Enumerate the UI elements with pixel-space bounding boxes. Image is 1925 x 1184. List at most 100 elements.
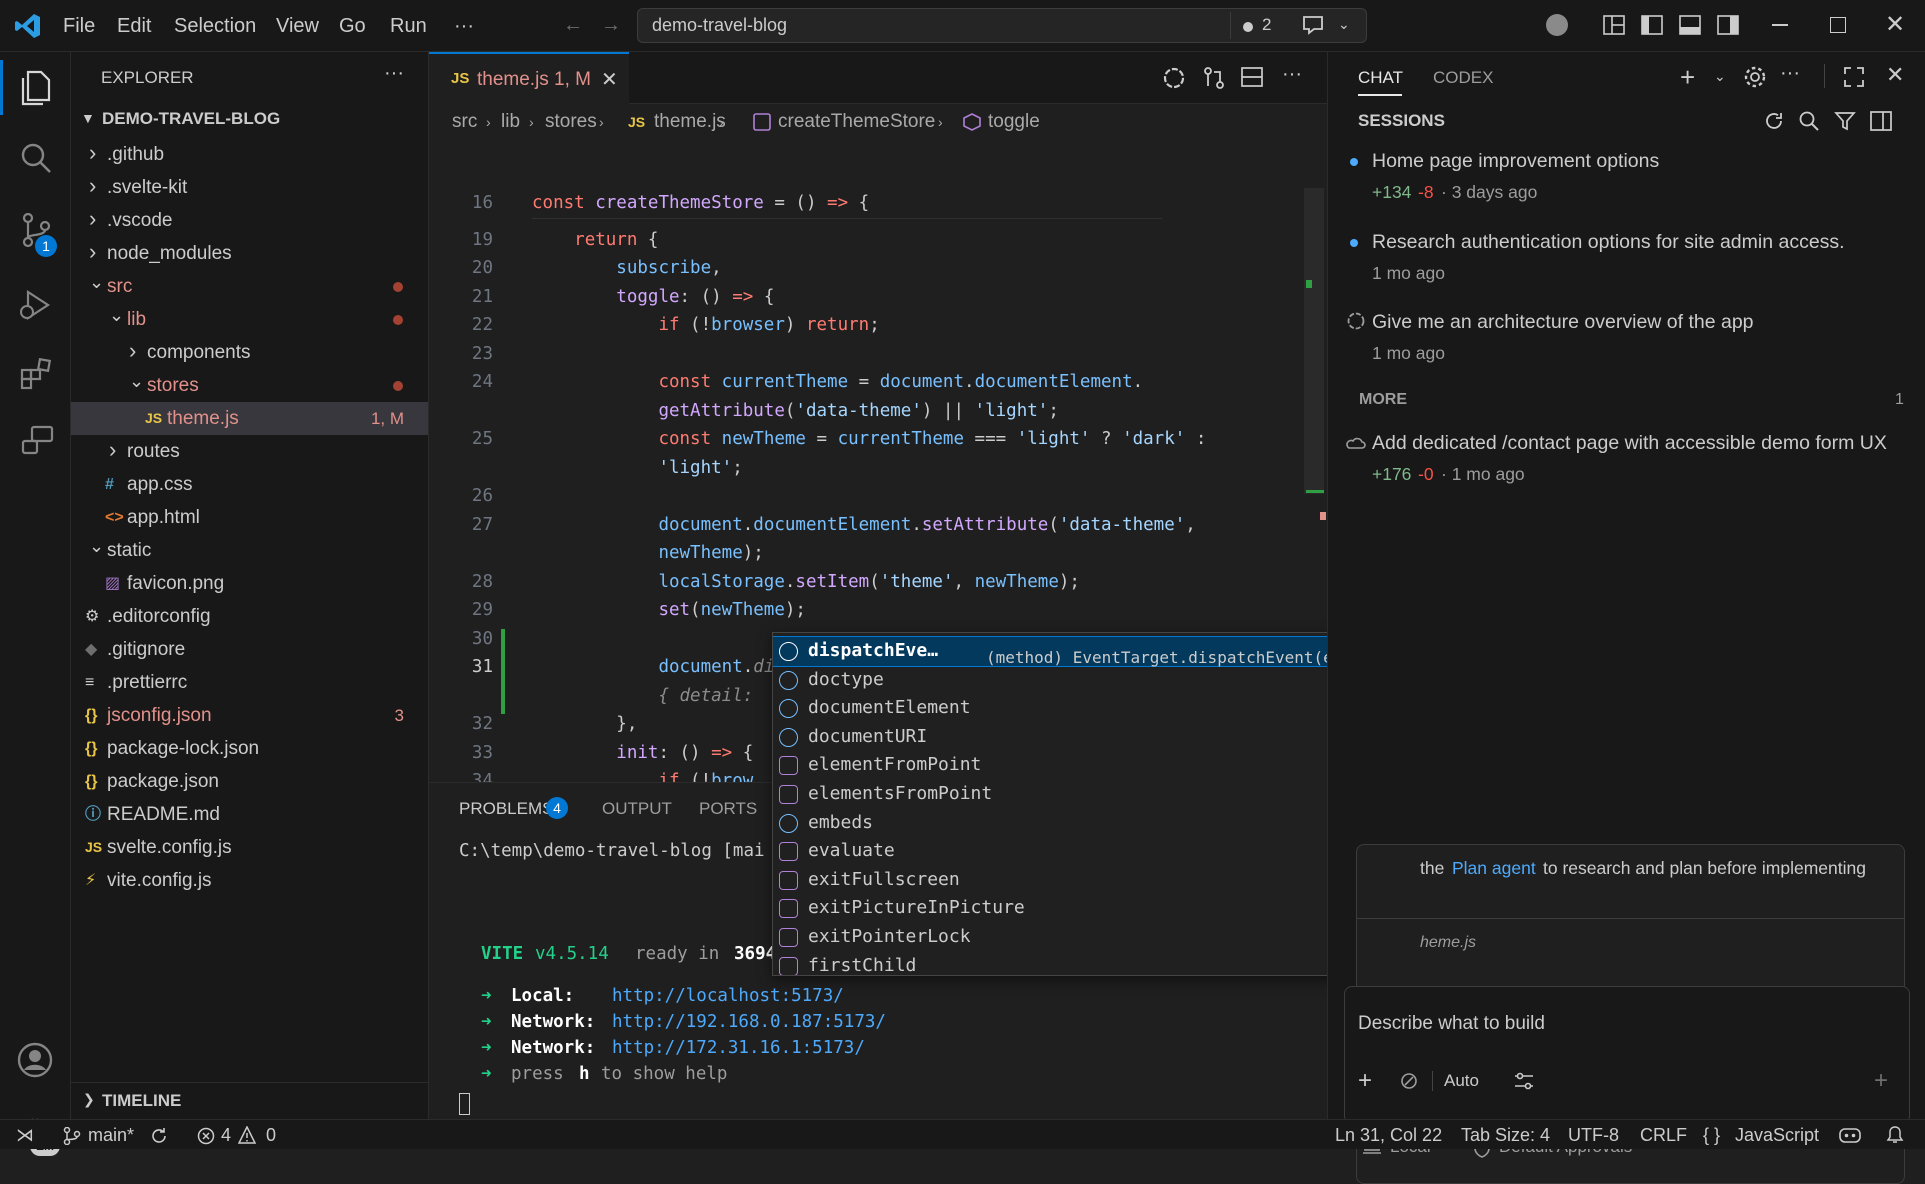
session-item[interactable]: Add dedicated /contact page with accessi… xyxy=(1328,426,1925,492)
settings-gear-icon[interactable] xyxy=(1744,66,1766,88)
tree-item[interactable]: › .github xyxy=(71,138,428,171)
cursor-position[interactable]: Ln 31, Col 22 xyxy=(1335,1120,1442,1150)
menu-run[interactable]: Run xyxy=(390,0,427,52)
tab-size[interactable]: Tab Size: 4 xyxy=(1461,1120,1550,1150)
language-mode[interactable]: JavaScript xyxy=(1735,1120,1819,1150)
suggestion-item[interactable]: firstChild xyxy=(773,952,1419,975)
more-actions-icon[interactable]: ··· xyxy=(384,62,404,85)
tree-item[interactable]: {} package-lock.json xyxy=(71,732,428,765)
chevron-down-icon[interactable]: ⌄ xyxy=(1714,68,1726,85)
mode-picker[interactable]: Auto xyxy=(1444,1071,1479,1091)
openai-icon[interactable] xyxy=(1162,66,1186,90)
remote-chat-icon[interactable] xyxy=(20,424,54,460)
extensions-icon[interactable] xyxy=(20,358,52,390)
explorer-icon[interactable] xyxy=(18,70,52,106)
tree-item[interactable]: › components xyxy=(71,336,428,369)
breadcrumb-member[interactable]: toggle xyxy=(988,104,1040,140)
toggle-view-icon[interactable] xyxy=(1870,110,1892,132)
close-window-icon[interactable]: ✕ xyxy=(1885,10,1905,39)
chevron-down-icon[interactable]: ▼ xyxy=(81,110,95,126)
network-url-1[interactable]: http://192.168.0.187:5173/ xyxy=(612,1012,886,1032)
toggle-panel-icon[interactable] xyxy=(1679,15,1701,35)
tree-item[interactable]: ⚙ .editorconfig xyxy=(71,600,428,633)
command-center[interactable]: demo-travel-blog 2 ⌄ xyxy=(637,8,1367,43)
tree-item[interactable]: ≡ .prettierrc xyxy=(71,666,428,699)
session-item[interactable]: Give me an architecture overview of the … xyxy=(1328,305,1925,371)
suggestion-item[interactable]: elementsFromPoint xyxy=(773,780,1419,809)
back-arrow-icon[interactable]: ← xyxy=(563,14,583,37)
breadcrumb-stores[interactable]: stores xyxy=(545,104,597,140)
tree-item[interactable]: › node_modules xyxy=(71,237,428,270)
tab-codex[interactable]: CODEX xyxy=(1433,68,1493,88)
warning-count[interactable]: 0 xyxy=(266,1120,276,1150)
suggestion-item[interactable]: exitPictureInPicture xyxy=(773,894,1419,923)
menu-go[interactable]: Go xyxy=(339,0,366,52)
suggestion-item[interactable]: exitFullscreen xyxy=(773,866,1419,895)
menu-selection[interactable]: Selection xyxy=(174,0,256,52)
tree-item[interactable]: › .svelte-kit xyxy=(71,171,428,204)
menu-edit[interactable]: Edit xyxy=(117,0,151,52)
sync-icon[interactable] xyxy=(150,1127,168,1145)
context-file[interactable]: heme.js xyxy=(1420,934,1476,952)
more-actions-icon[interactable]: ··· xyxy=(1282,63,1302,86)
tab-problems[interactable]: PROBLEMS xyxy=(459,799,553,819)
search-icon[interactable] xyxy=(1798,110,1820,132)
chat-input[interactable]: Describe what to build + Auto + xyxy=(1344,986,1910,1124)
breadcrumb-function[interactable]: createThemeStore xyxy=(778,104,935,140)
tree-item[interactable]: › routes xyxy=(71,435,428,468)
tree-item[interactable]: ▨ favicon.png xyxy=(71,567,428,600)
tree-item[interactable]: ⚡ vite.config.js xyxy=(71,864,428,897)
remote-icon[interactable]: ⋊ xyxy=(16,1120,34,1150)
tree-item[interactable]: JS svelte.config.js xyxy=(71,831,428,864)
encoding[interactable]: UTF-8 xyxy=(1568,1120,1619,1150)
tree-item[interactable]: JS theme.js 1, M xyxy=(71,402,428,435)
more-section-label[interactable]: MORE xyxy=(1359,391,1407,409)
tree-item[interactable]: {} jsconfig.json 3 xyxy=(71,699,428,732)
maximize-icon[interactable] xyxy=(1830,17,1846,33)
refresh-icon[interactable] xyxy=(1763,110,1785,132)
branch-name[interactable]: main* xyxy=(88,1120,134,1150)
minimize-icon[interactable] xyxy=(1772,24,1788,26)
error-count[interactable]: 4 xyxy=(221,1120,231,1150)
run-debug-icon[interactable] xyxy=(18,288,52,322)
tab-output[interactable]: OUTPUT xyxy=(602,799,672,819)
add-context-plus-icon[interactable]: + xyxy=(1358,1067,1372,1095)
network-url-2[interactable]: http://172.31.16.1:5173/ xyxy=(612,1038,865,1058)
tab-ports[interactable]: PORTS xyxy=(699,799,757,819)
timeline-section[interactable]: TIMELINE xyxy=(102,1091,181,1111)
menu-file[interactable]: File xyxy=(63,0,95,52)
suggestion-item[interactable]: doctype xyxy=(773,666,1419,695)
toggle-sidebar-icon[interactable] xyxy=(1641,15,1663,35)
tree-item[interactable]: # app.css xyxy=(71,468,428,501)
breadcrumb-src[interactable]: src xyxy=(452,104,477,140)
tab-theme-js[interactable]: JS theme.js 1, M ✕ xyxy=(429,52,629,104)
session-item[interactable]: Research authentication options for site… xyxy=(1328,225,1925,291)
eol[interactable]: CRLF xyxy=(1640,1120,1687,1150)
tree-item[interactable]: ⌄ lib xyxy=(71,303,428,336)
tree-item[interactable]: <> app.html xyxy=(71,501,428,534)
suggestion-item[interactable]: documentElement xyxy=(773,694,1419,723)
tree-item[interactable]: ⌄ stores xyxy=(71,369,428,402)
breadcrumb-file[interactable]: theme.js xyxy=(654,104,726,140)
split-editor-icon[interactable] xyxy=(1241,67,1263,87)
account-icon[interactable] xyxy=(17,1042,53,1078)
suggestion-item[interactable]: elementFromPoint xyxy=(773,751,1419,780)
tools-sliders-icon[interactable] xyxy=(1513,1071,1535,1091)
attach-icon[interactable] xyxy=(1399,1071,1419,1091)
chat-bubble-icon[interactable] xyxy=(1301,14,1325,36)
more-actions-icon[interactable]: ··· xyxy=(1780,62,1800,85)
editor-scrollbar[interactable] xyxy=(1304,188,1324,494)
suggestion-item[interactable]: documentURI xyxy=(773,723,1419,752)
plan-agent-link[interactable]: Plan agent xyxy=(1452,858,1536,879)
breadcrumb-lib[interactable]: lib xyxy=(501,104,520,140)
layout-custom-icon[interactable] xyxy=(1603,15,1625,35)
project-title[interactable]: DEMO-TRAVEL-BLOG xyxy=(102,109,280,129)
compare-changes-icon[interactable] xyxy=(1202,66,1226,90)
filter-icon[interactable] xyxy=(1834,110,1856,132)
maximize-chat-icon[interactable] xyxy=(1844,67,1864,87)
toggle-secondary-sidebar-icon[interactable] xyxy=(1717,15,1739,35)
session-item[interactable]: Home page improvement options +134 -8 · … xyxy=(1328,144,1925,210)
suggestion-item[interactable]: evaluate xyxy=(773,837,1419,866)
forward-arrow-icon[interactable]: → xyxy=(601,14,621,37)
tab-chat[interactable]: CHAT xyxy=(1358,68,1403,88)
